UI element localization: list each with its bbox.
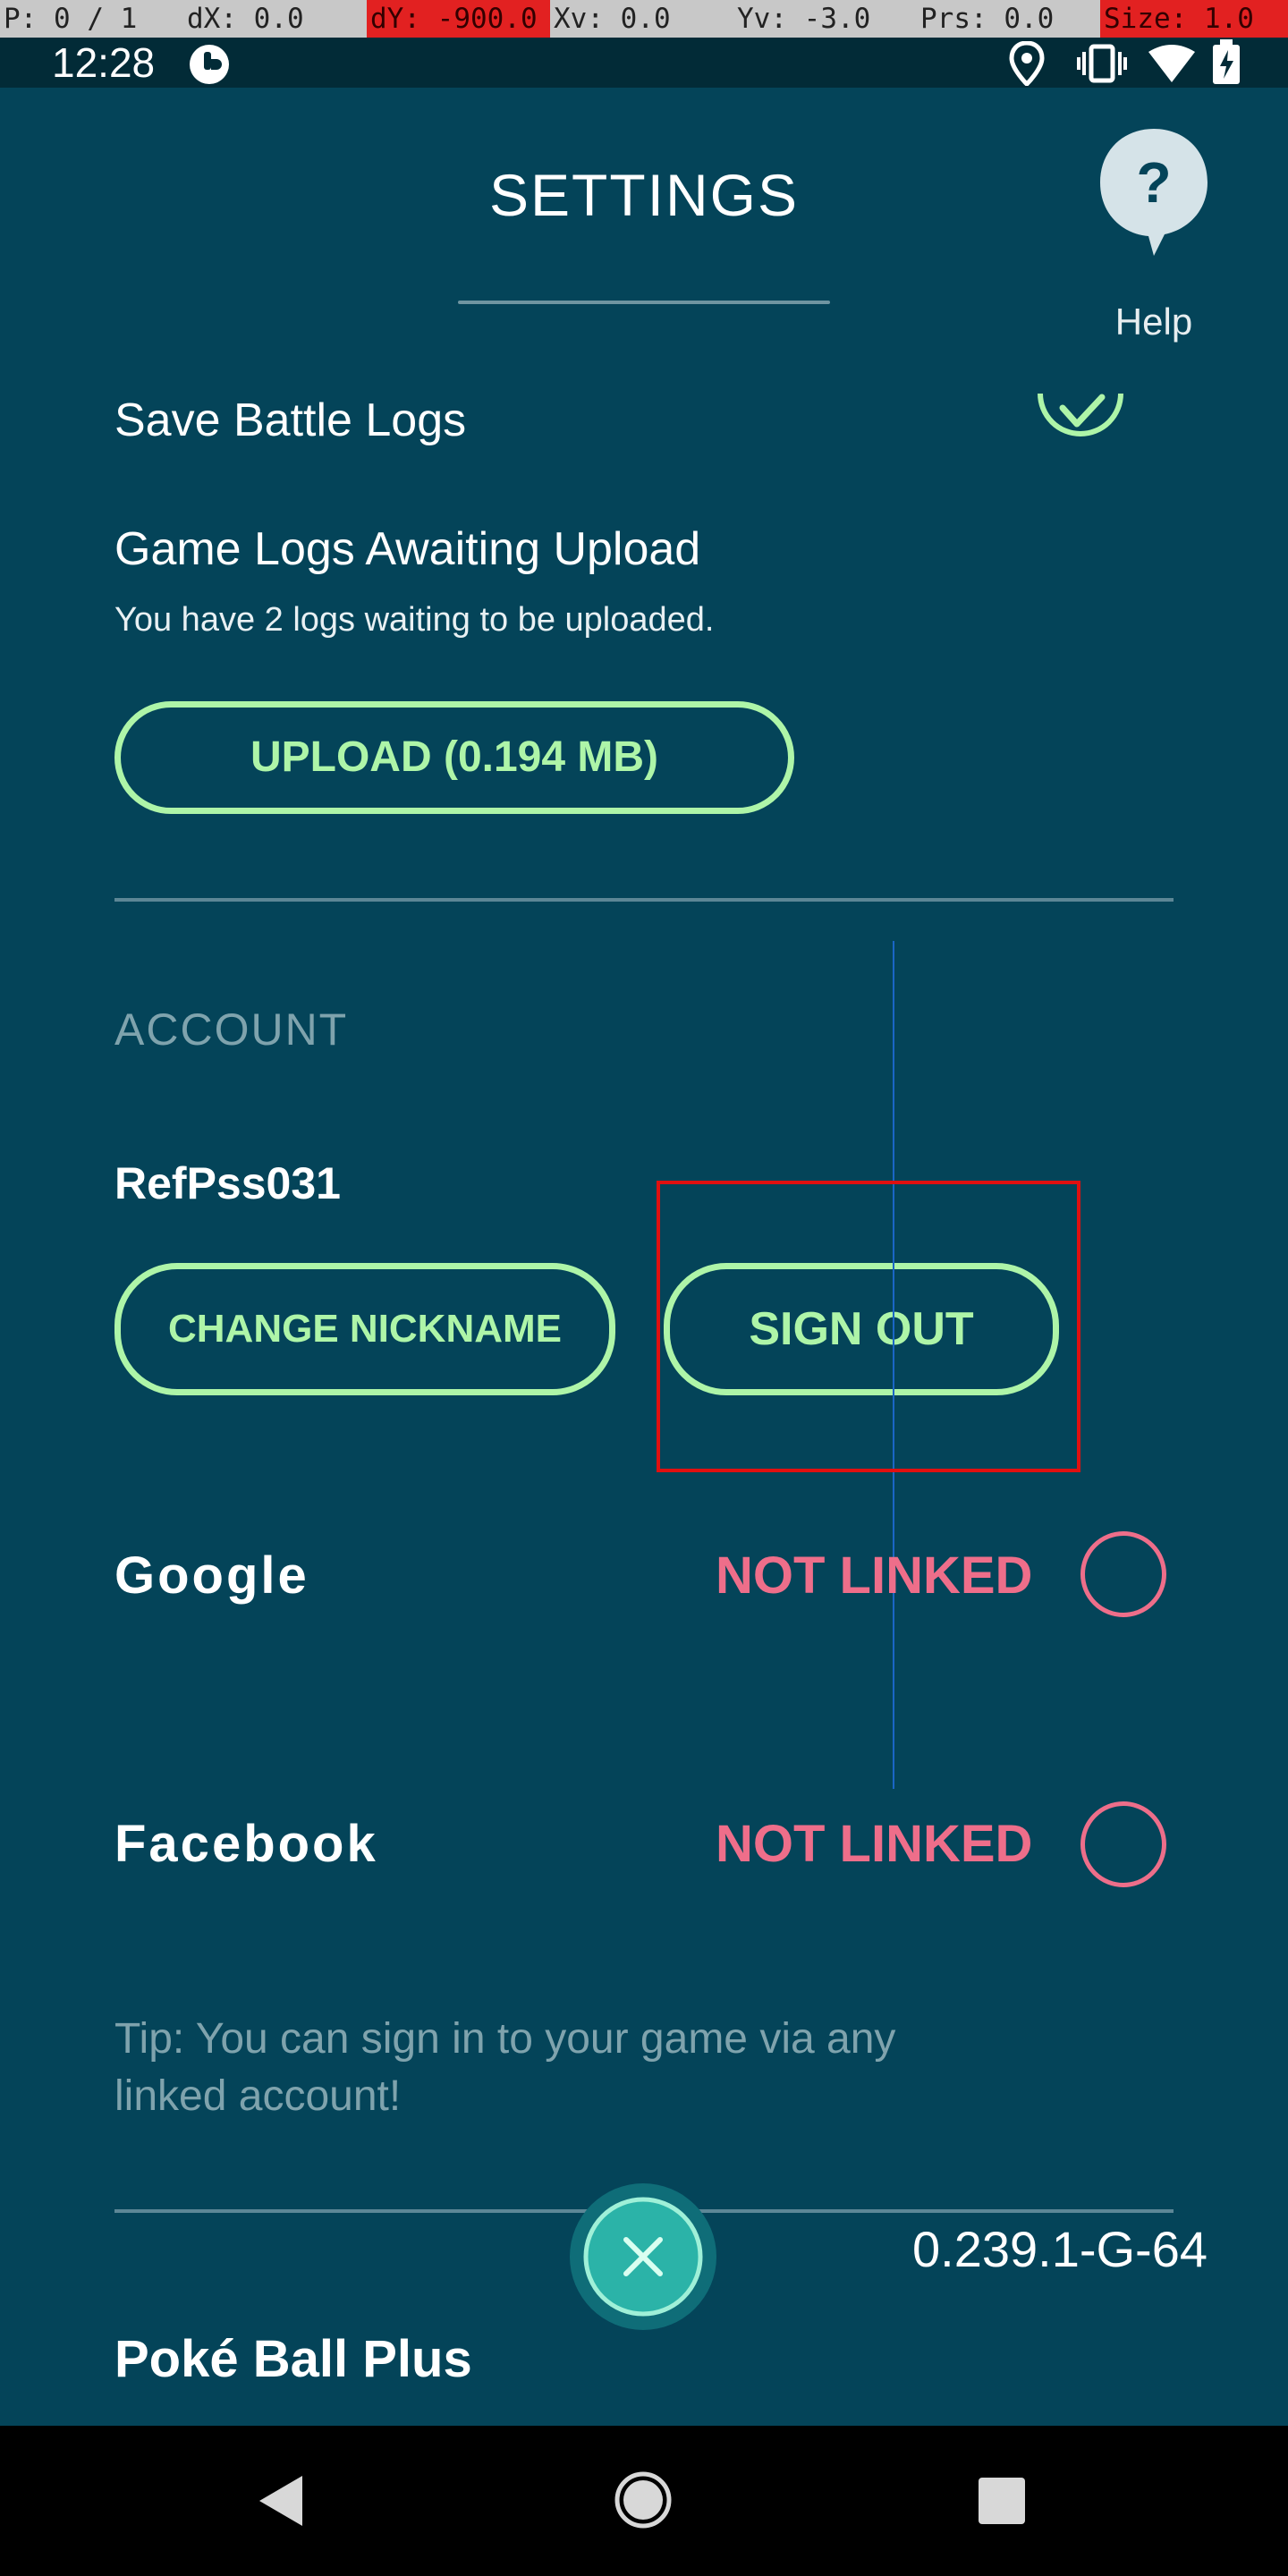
debug-dx: dX: 0.0: [187, 3, 304, 35]
facebook-link-status[interactable]: NOT LINKED: [716, 1814, 1032, 1874]
debug-xv: Xv: 0.0: [554, 3, 671, 35]
facebook-provider-label: Facebook: [114, 1815, 378, 1873]
status-bar: 12:28: [0, 38, 1288, 88]
upload-logs-button[interactable]: UPLOAD (0.194 MB): [114, 701, 794, 814]
linked-account-tip: Tip: You can sign in to your game via an…: [114, 2015, 896, 2120]
help-button[interactable]: ?: [1097, 125, 1211, 259]
game-logs-subtext: You have 2 logs waiting to be uploaded.: [114, 601, 715, 639]
account-nickname: RefPss031: [114, 1158, 341, 1208]
wifi-icon: [1148, 45, 1195, 82]
status-time: 12:28: [52, 39, 156, 86]
recents-icon[interactable]: [977, 2476, 1027, 2526]
back-icon[interactable]: [252, 2472, 309, 2529]
debug-dy: dY: -900.0: [367, 0, 550, 38]
app-notification-icon: [190, 45, 229, 84]
game-logs-heading: Game Logs Awaiting Upload: [114, 523, 701, 575]
vibrate-icon: [1077, 44, 1127, 83]
help-label[interactable]: Help: [1082, 301, 1225, 343]
debug-pointer: P: 0 / 1: [4, 3, 138, 35]
facebook-link-toggle[interactable]: [1080, 1801, 1166, 1887]
home-icon[interactable]: [614, 2470, 673, 2529]
navigation-bar: [0, 2426, 1288, 2576]
target-highlight-box: [657, 1181, 1080, 1472]
battery-charging-icon: [1213, 39, 1240, 84]
help-glyph: ?: [1136, 150, 1171, 215]
title-underline: [458, 301, 830, 304]
google-link-toggle[interactable]: [1080, 1531, 1166, 1617]
debug-size: Size: 1.0: [1100, 0, 1288, 38]
pokeball-plus-heading: Poké Ball Plus: [114, 2330, 472, 2388]
account-heading: ACCOUNT: [114, 1004, 349, 1055]
page-title: SETTINGS: [488, 162, 800, 228]
close-button[interactable]: [569, 2182, 717, 2331]
change-nickname-button[interactable]: CHANGE NICKNAME: [114, 1263, 615, 1395]
pointer-debug-overlay: P: 0 / 1 dX: 0.0 dY: -900.0 Xv: 0.0 Yv: …: [0, 0, 1288, 38]
save-battle-logs-label: Save Battle Logs: [114, 394, 467, 446]
help-icon: ?: [1100, 129, 1208, 256]
google-provider-label: Google: [114, 1546, 309, 1605]
debug-yv: Yv: -3.0: [737, 3, 871, 35]
app-version: 0.239.1-G-64: [912, 2221, 1208, 2277]
section-divider: [114, 898, 1174, 902]
debug-pressure: Prs: 0.0: [920, 3, 1055, 35]
location-icon: [1009, 41, 1045, 86]
save-battle-logs-checkbox[interactable]: [1036, 394, 1125, 458]
google-link-status[interactable]: NOT LINKED: [716, 1546, 1032, 1606]
